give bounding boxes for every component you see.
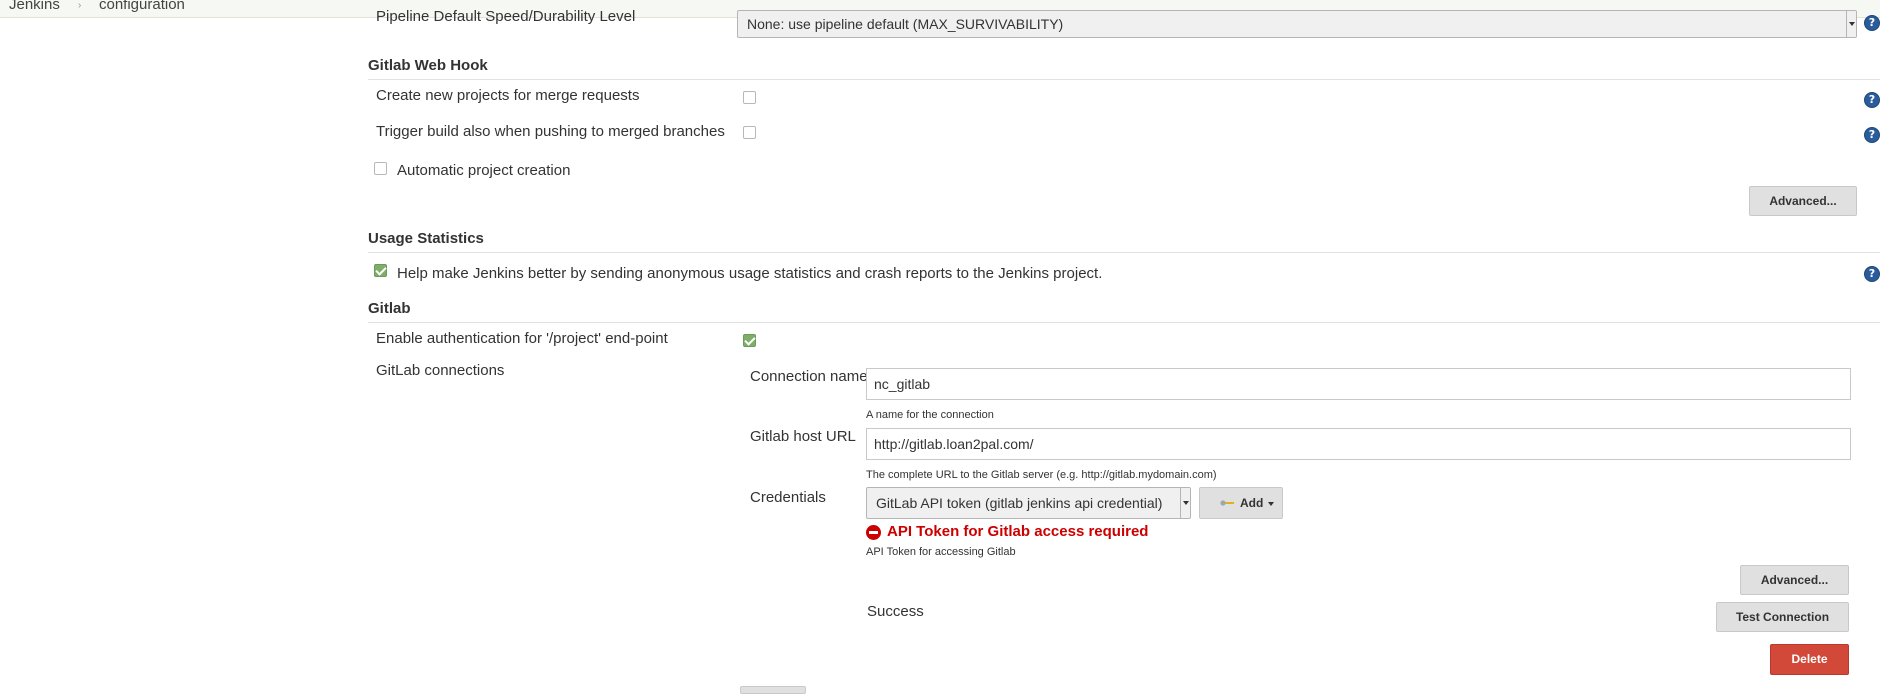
host-url-hint: The complete URL to the Gitlab server (e… xyxy=(866,469,1217,481)
add-connection-button[interactable] xyxy=(740,686,806,694)
usage-statistics-label: Help make Jenkins better by sending anon… xyxy=(397,265,1103,282)
auth-endpoint-checkbox[interactable] xyxy=(743,334,756,347)
section-title-gitlab: Gitlab xyxy=(368,300,411,317)
section-title-gitlab-webhook: Gitlab Web Hook xyxy=(368,57,488,74)
add-credentials-button[interactable]: Add xyxy=(1199,487,1283,519)
credentials-label: Credentials xyxy=(750,489,826,506)
usage-statistics-checkbox[interactable] xyxy=(374,264,387,277)
create-projects-checkbox[interactable] xyxy=(743,91,756,104)
help-icon[interactable]: ? xyxy=(1864,92,1880,108)
pipeline-durability-select[interactable]: None: use pipeline default (MAX_SURVIVAB… xyxy=(737,10,1857,38)
test-status-text: Success xyxy=(867,603,924,620)
help-icon[interactable]: ? xyxy=(1864,127,1880,143)
chevron-down-icon xyxy=(1846,11,1856,37)
trigger-build-label: Trigger build also when pushing to merge… xyxy=(376,123,725,140)
connection-name-input[interactable]: nc_gitlab xyxy=(866,368,1851,400)
connection-name-hint: A name for the connection xyxy=(866,409,994,421)
breadcrumb-jenkins-link[interactable]: Jenkins xyxy=(9,0,60,13)
breadcrumb-separator-icon: › xyxy=(78,0,82,11)
caret-down-icon xyxy=(1268,502,1274,506)
credentials-hint: API Token for accessing Gitlab xyxy=(866,546,1016,558)
credentials-select[interactable]: GitLab API token (gitlab jenkins api cre… xyxy=(866,487,1191,519)
pipeline-durability-value: None: use pipeline default (MAX_SURVIVAB… xyxy=(747,16,1064,32)
webhook-advanced-button[interactable]: Advanced... xyxy=(1749,186,1857,216)
credentials-error-text: API Token for Gitlab access required xyxy=(887,523,1149,540)
connection-advanced-button[interactable]: Advanced... xyxy=(1740,565,1849,595)
error-icon xyxy=(866,525,881,540)
delete-connection-button[interactable]: Delete xyxy=(1770,644,1849,675)
gitlab-connections-label: GitLab connections xyxy=(376,362,505,379)
help-icon[interactable]: ? xyxy=(1864,266,1880,282)
chevron-down-icon xyxy=(1180,488,1190,518)
breadcrumb-configuration-link[interactable]: configuration xyxy=(99,0,185,13)
trigger-build-checkbox[interactable] xyxy=(743,126,756,139)
pipeline-durability-label: Pipeline Default Speed/Durability Level xyxy=(376,8,636,25)
auto-creation-checkbox[interactable] xyxy=(374,162,387,175)
section-divider xyxy=(368,322,1880,323)
section-divider xyxy=(368,79,1880,80)
key-icon xyxy=(1220,500,1234,506)
host-url-label: Gitlab host URL xyxy=(750,428,856,445)
host-url-input[interactable]: http://gitlab.loan2pal.com/ xyxy=(866,428,1851,460)
create-projects-label: Create new projects for merge requests xyxy=(376,87,640,104)
section-divider xyxy=(368,252,1880,253)
credentials-value: GitLab API token (gitlab jenkins api cre… xyxy=(876,495,1163,511)
auto-creation-label: Automatic project creation xyxy=(397,162,571,179)
connection-name-label: Connection name xyxy=(750,368,868,385)
auth-endpoint-label: Enable authentication for '/project' end… xyxy=(376,330,668,347)
add-button-label: Add xyxy=(1240,496,1264,510)
help-icon[interactable]: ? xyxy=(1864,15,1880,31)
test-connection-button[interactable]: Test Connection xyxy=(1716,602,1849,632)
section-title-usage-statistics: Usage Statistics xyxy=(368,230,484,247)
